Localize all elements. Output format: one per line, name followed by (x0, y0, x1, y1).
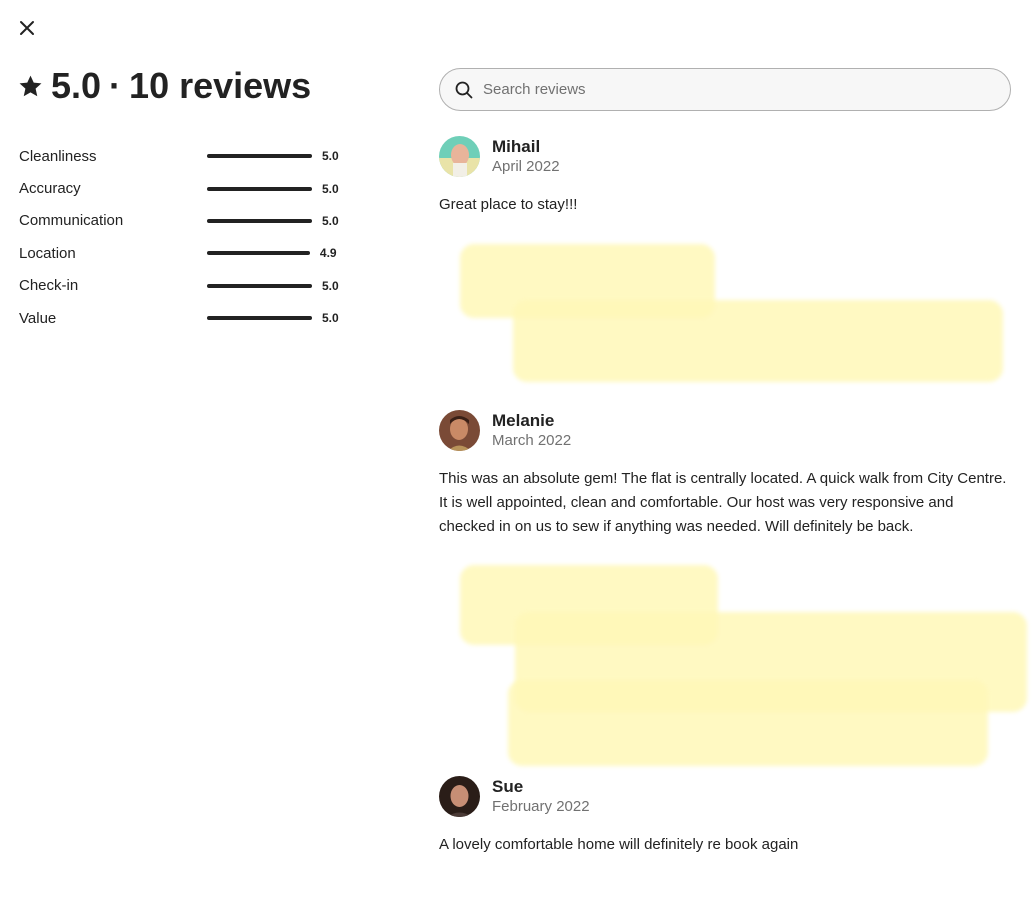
rating-value: 4.9 (319, 246, 337, 261)
rating-value: 5.0 (322, 213, 339, 228)
review-item: Mihail April 2022 Great place to stay!!! (439, 136, 1009, 217)
review-date: February 2022 (492, 797, 590, 815)
avatar[interactable] (439, 136, 480, 177)
overall-rating: 5.0 (51, 65, 102, 106)
reviews-heading: 5.0 · 10 reviews (18, 62, 311, 110)
review-date: April 2022 (492, 157, 560, 175)
reviewer-name: Sue (492, 776, 524, 796)
heading-separator: · (109, 65, 122, 106)
rating-label: Cleanliness (19, 147, 97, 165)
review-count: 10 reviews (129, 65, 312, 106)
rating-row-location: Location 4.9 (19, 237, 349, 269)
rating-label: Location (19, 244, 76, 262)
review-text: Great place to stay!!! (439, 196, 578, 213)
highlight-mark (513, 300, 1003, 382)
avatar-image (439, 776, 480, 817)
avatar-image (439, 136, 480, 177)
rating-row-check-in: Check-in 5.0 (19, 270, 349, 302)
rating-row-communication: Communication 5.0 (19, 205, 349, 237)
highlight-mark (508, 680, 988, 766)
rating-value: 5.0 (322, 278, 339, 293)
avatar[interactable] (439, 410, 480, 451)
review-text: This was an absolute gem! The flat is ce… (439, 470, 1007, 535)
search-box[interactable] (439, 68, 1011, 111)
category-ratings: Cleanliness 5.0 Accuracy 5.0 Communicati… (19, 140, 349, 334)
review-item: Sue February 2022 A lovely comfortable h… (439, 776, 1009, 857)
rating-row-cleanliness: Cleanliness 5.0 (19, 140, 349, 172)
rating-bar (207, 218, 312, 223)
rating-label: Communication (19, 212, 124, 230)
rating-label: Check-in (19, 277, 79, 295)
rating-bar (207, 283, 312, 288)
review-date: March 2022 (492, 431, 572, 449)
avatar[interactable] (439, 776, 480, 817)
review-text: A lovely comfortable home will definitel… (439, 836, 799, 853)
avatar-image (439, 410, 480, 451)
close-icon (20, 21, 34, 35)
rating-label: Accuracy (19, 180, 81, 198)
rating-value: 5.0 (322, 149, 339, 164)
search-icon (455, 81, 473, 98)
rating-value: 5.0 (322, 311, 339, 326)
search-input[interactable] (481, 80, 985, 99)
rating-bar (207, 251, 310, 256)
rating-bar (207, 316, 312, 321)
reviewer-name: Melanie (492, 410, 555, 430)
close-button[interactable] (12, 13, 42, 43)
rating-row-value: Value 5.0 (19, 302, 349, 334)
rating-row-accuracy: Accuracy 5.0 (19, 172, 349, 204)
reviewer-name: Mihail (492, 136, 541, 156)
review-item: Melanie March 2022 This was an absolute … (439, 410, 1009, 539)
rating-value: 5.0 (322, 181, 339, 196)
star-icon (19, 75, 42, 96)
rating-bar (207, 154, 312, 159)
rating-label: Value (19, 309, 57, 327)
rating-bar (207, 186, 312, 191)
